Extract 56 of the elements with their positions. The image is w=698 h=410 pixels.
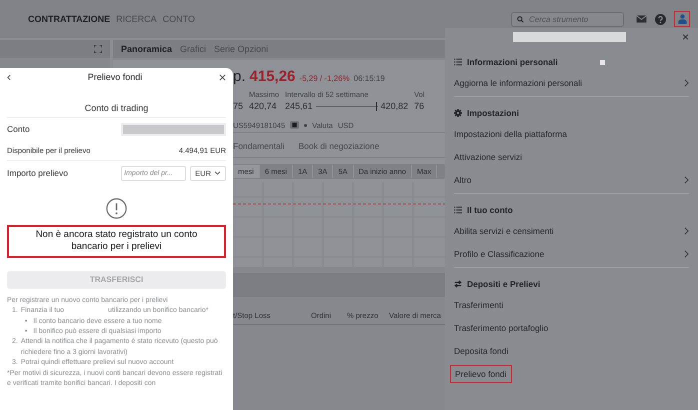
menu-section-title: Informazioni personali — [467, 57, 558, 67]
chevron-right-icon — [684, 78, 689, 86]
range-low: 245,61 — [285, 101, 313, 111]
nav-tab[interactable]: CONTO — [162, 14, 196, 24]
price-time: 06:15:19 — [354, 74, 385, 83]
menu-item[interactable]: Trasferimento portafoglio — [454, 316, 689, 339]
chevron-left-icon — [7, 74, 11, 80]
menu-section-title: Impostazioni — [467, 108, 519, 118]
account-label: Conto — [7, 124, 30, 134]
chevron-right-icon — [684, 250, 689, 258]
panel-tab[interactable]: Panoramica — [121, 44, 172, 54]
expand-icon[interactable] — [94, 45, 102, 53]
instrument-name: p. — [233, 68, 246, 85]
dialog-title: Prelievo fondi — [88, 72, 142, 82]
menu-item[interactable]: Profilo e Classificazione — [454, 242, 689, 265]
range-high: 420,82 — [380, 101, 408, 111]
close-icon — [218, 74, 226, 80]
nav-tab[interactable]: CONTRATTAZIONE — [28, 14, 110, 24]
swap-arrows-icon — [454, 280, 462, 288]
help-icon[interactable] — [655, 14, 666, 24]
error-message: Non è ancora stato registrato un conto bancario per i prelievi — [7, 225, 226, 258]
chevron-right-icon — [684, 226, 689, 234]
amount-label: Importo prelievo — [7, 168, 68, 178]
exclamation-circle-icon — [106, 198, 127, 219]
menu-item[interactable]: Aggiorna le informazioni personali — [454, 71, 689, 94]
settings-icon — [454, 109, 462, 117]
copy-icon[interactable] — [290, 121, 300, 129]
small-square-mark — [600, 60, 605, 64]
price: 415,26 — [250, 68, 296, 85]
chevron-right-icon — [684, 176, 689, 184]
nav-tab[interactable]: RICERCA — [116, 14, 157, 24]
section-tab[interactable]: Fondamentali — [233, 141, 285, 151]
menu-item[interactable]: Abilita servizi e censimenti — [454, 219, 689, 242]
search-icon — [517, 16, 524, 22]
menu-item[interactable]: Attivazione servizi — [454, 145, 689, 168]
menu-item[interactable]: Impostazioni della piattaforma — [454, 122, 689, 145]
section-tab[interactable]: Book di negoziazione — [298, 141, 380, 151]
stat-value: 75 — [233, 101, 244, 111]
account-type-heading: Conto di trading — [7, 86, 226, 118]
mail-icon[interactable] — [636, 15, 647, 23]
price-change: -5,29 / -1,26% — [299, 74, 350, 83]
user-icon — [678, 14, 686, 24]
menu-item[interactable]: Deposita fondi — [454, 339, 689, 362]
close-button[interactable]: × — [682, 31, 689, 43]
close-button[interactable] — [216, 72, 228, 82]
stat-value: 420,74 — [249, 101, 278, 111]
menu-item[interactable]: Altro — [454, 168, 689, 191]
menu-section-title: Depositi e Prelievi — [467, 279, 540, 289]
caret-icon — [214, 171, 221, 175]
list-icon — [454, 206, 462, 214]
account-field[interactable] — [121, 122, 226, 136]
menu-item[interactable]: Trasferimenti — [454, 293, 689, 316]
menu-section-title: Il tuo conto — [467, 205, 513, 215]
stat-value: 76 — [414, 101, 425, 111]
list-icon — [454, 58, 462, 66]
separator-dot — [304, 124, 308, 126]
